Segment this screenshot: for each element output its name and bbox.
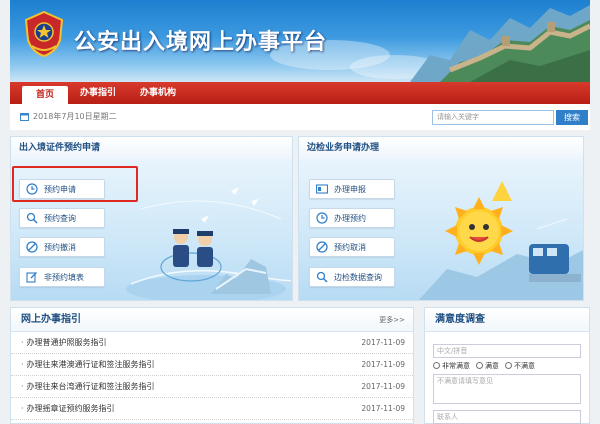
survey-contact-field[interactable]: 联系人: [433, 410, 581, 424]
guide-title-text: 网上办事指引: [21, 314, 81, 325]
main-nav: 首页 办事指引 办事机构: [10, 82, 590, 104]
bullet-icon: ·: [21, 404, 24, 413]
non-appointment-form-label: 非预约填表: [44, 272, 84, 282]
great-wall-small-image: [211, 259, 271, 294]
option-unsatisfied[interactable]: 不满意: [505, 361, 535, 371]
list-item[interactable]: · 办理往来港澳通行证和签注服务指引 2017-11-09: [11, 354, 413, 376]
list-item[interactable]: · 办理摇章证预约服务指引 2017-11-09: [11, 398, 413, 420]
survey-title: 满意度调查: [425, 308, 589, 332]
appointment-cancel-button[interactable]: 预约撤消: [19, 237, 105, 257]
list-item[interactable]: · 办理往来台湾通行证和签注服务指引 2017-11-09: [11, 376, 413, 398]
bullet-icon: ·: [21, 382, 24, 391]
guide-item-date: 2017-11-09: [361, 382, 405, 391]
option-very-satisfied[interactable]: 非常满意: [433, 361, 470, 371]
forbidden-icon: [26, 241, 38, 253]
appointment-panel: 出入境证件预约申请 预约申请 预约查询 预约撤消 非预约填表: [10, 136, 293, 301]
guide-item-title[interactable]: 办理摇章证预约服务指引: [27, 403, 362, 414]
bullet-icon: ·: [21, 360, 24, 369]
nav-item-agencies[interactable]: 办事机构: [128, 82, 188, 104]
survey-name-field[interactable]: 中文/拼音: [433, 344, 581, 358]
guide-more-link[interactable]: 更多>>: [379, 308, 405, 332]
radio-icon: [476, 362, 483, 369]
option-label: 满意: [485, 362, 499, 370]
great-wall-image: [410, 5, 590, 82]
guide-item-title[interactable]: 办理往来港澳通行证和签注服务指引: [27, 359, 362, 370]
appointment-cancel-label: 预约撤消: [44, 242, 76, 252]
header-banner: 公安出入境网上办事平台: [10, 0, 590, 82]
police-emblem-icon: [24, 10, 64, 58]
sun-mascot-illustration: [418, 181, 583, 300]
forbidden-icon: [316, 241, 328, 253]
option-label: 不满意: [514, 362, 535, 370]
guide-item-title[interactable]: 办理往来台湾通行证和签注服务指引: [27, 381, 362, 392]
guide-item-title[interactable]: 办理普通护照服务指引: [27, 337, 362, 348]
nav-item-guide[interactable]: 办事指引: [68, 82, 128, 104]
calendar-icon: [20, 113, 29, 121]
border-appointment-cancel-button[interactable]: 预约取消: [309, 237, 395, 257]
border-data-query-label: 边检数据查询: [334, 272, 382, 282]
declare-label: 办理申报: [334, 184, 366, 194]
survey-section: 满意度调查 中文/拼音 非常满意 满意 不满意 不满意请填写意见 联系人: [424, 307, 590, 424]
search-icon: [316, 271, 328, 283]
survey-options: 非常满意 满意 不满意: [433, 361, 535, 371]
border-appointment-button[interactable]: 办理预约: [309, 208, 395, 228]
search-icon: [26, 212, 38, 224]
appointment-apply-button[interactable]: 预约申请: [19, 179, 105, 199]
declare-button[interactable]: 办理申报: [309, 179, 395, 199]
guide-title: 网上办事指引 更多>>: [11, 308, 413, 332]
site-title: 公安出入境网上办事平台: [74, 30, 328, 55]
id-card-icon: [316, 184, 328, 194]
guide-section: 网上办事指引 更多>> · 办理普通护照服务指引 2017-11-09 · 办理…: [10, 307, 414, 424]
border-appointment-label: 办理预约: [334, 213, 366, 223]
guide-item-date: 2017-11-09: [361, 360, 405, 369]
clock-icon: [316, 212, 328, 224]
border-inspection-panel-title: 边检业务申请办理: [299, 137, 583, 159]
edit-icon: [26, 272, 37, 283]
guide-item-date: 2017-11-09: [361, 338, 405, 347]
appointment-apply-label: 预约申请: [44, 184, 76, 194]
appointment-query-label: 预约查询: [44, 213, 76, 223]
option-label: 非常满意: [442, 362, 470, 370]
list-item[interactable]: · 办理普通护照服务指引 2017-11-09: [11, 332, 413, 354]
date-text: 2018年7月10日星期二: [33, 112, 117, 121]
appointment-query-button[interactable]: 预约查询: [19, 208, 105, 228]
date-display: 2018年7月10日星期二: [20, 111, 117, 122]
radio-icon: [433, 362, 440, 369]
nav-item-home[interactable]: 首页: [22, 86, 69, 104]
radio-icon: [505, 362, 512, 369]
border-data-query-button[interactable]: 边检数据查询: [309, 267, 395, 287]
non-appointment-form-button[interactable]: 非预约填表: [19, 267, 105, 287]
option-satisfied[interactable]: 满意: [476, 361, 499, 371]
appointment-panel-title: 出入境证件预约申请: [11, 137, 292, 159]
guide-item-date: 2017-11-09: [361, 404, 405, 413]
bullet-icon: ·: [21, 338, 24, 347]
survey-comment-field[interactable]: 不满意请填写意见: [433, 374, 581, 404]
toolbar: 2018年7月10日星期二 请输入关键字 搜索: [10, 104, 590, 130]
border-appointment-cancel-label: 预约取消: [334, 242, 366, 252]
search-input[interactable]: 请输入关键字: [432, 110, 554, 125]
clock-icon: [26, 183, 38, 195]
border-inspection-panel: 边检业务申请办理 办理申报 办理预约 预约取消 边检数据查询: [298, 136, 584, 301]
search-button[interactable]: 搜索: [556, 110, 588, 125]
